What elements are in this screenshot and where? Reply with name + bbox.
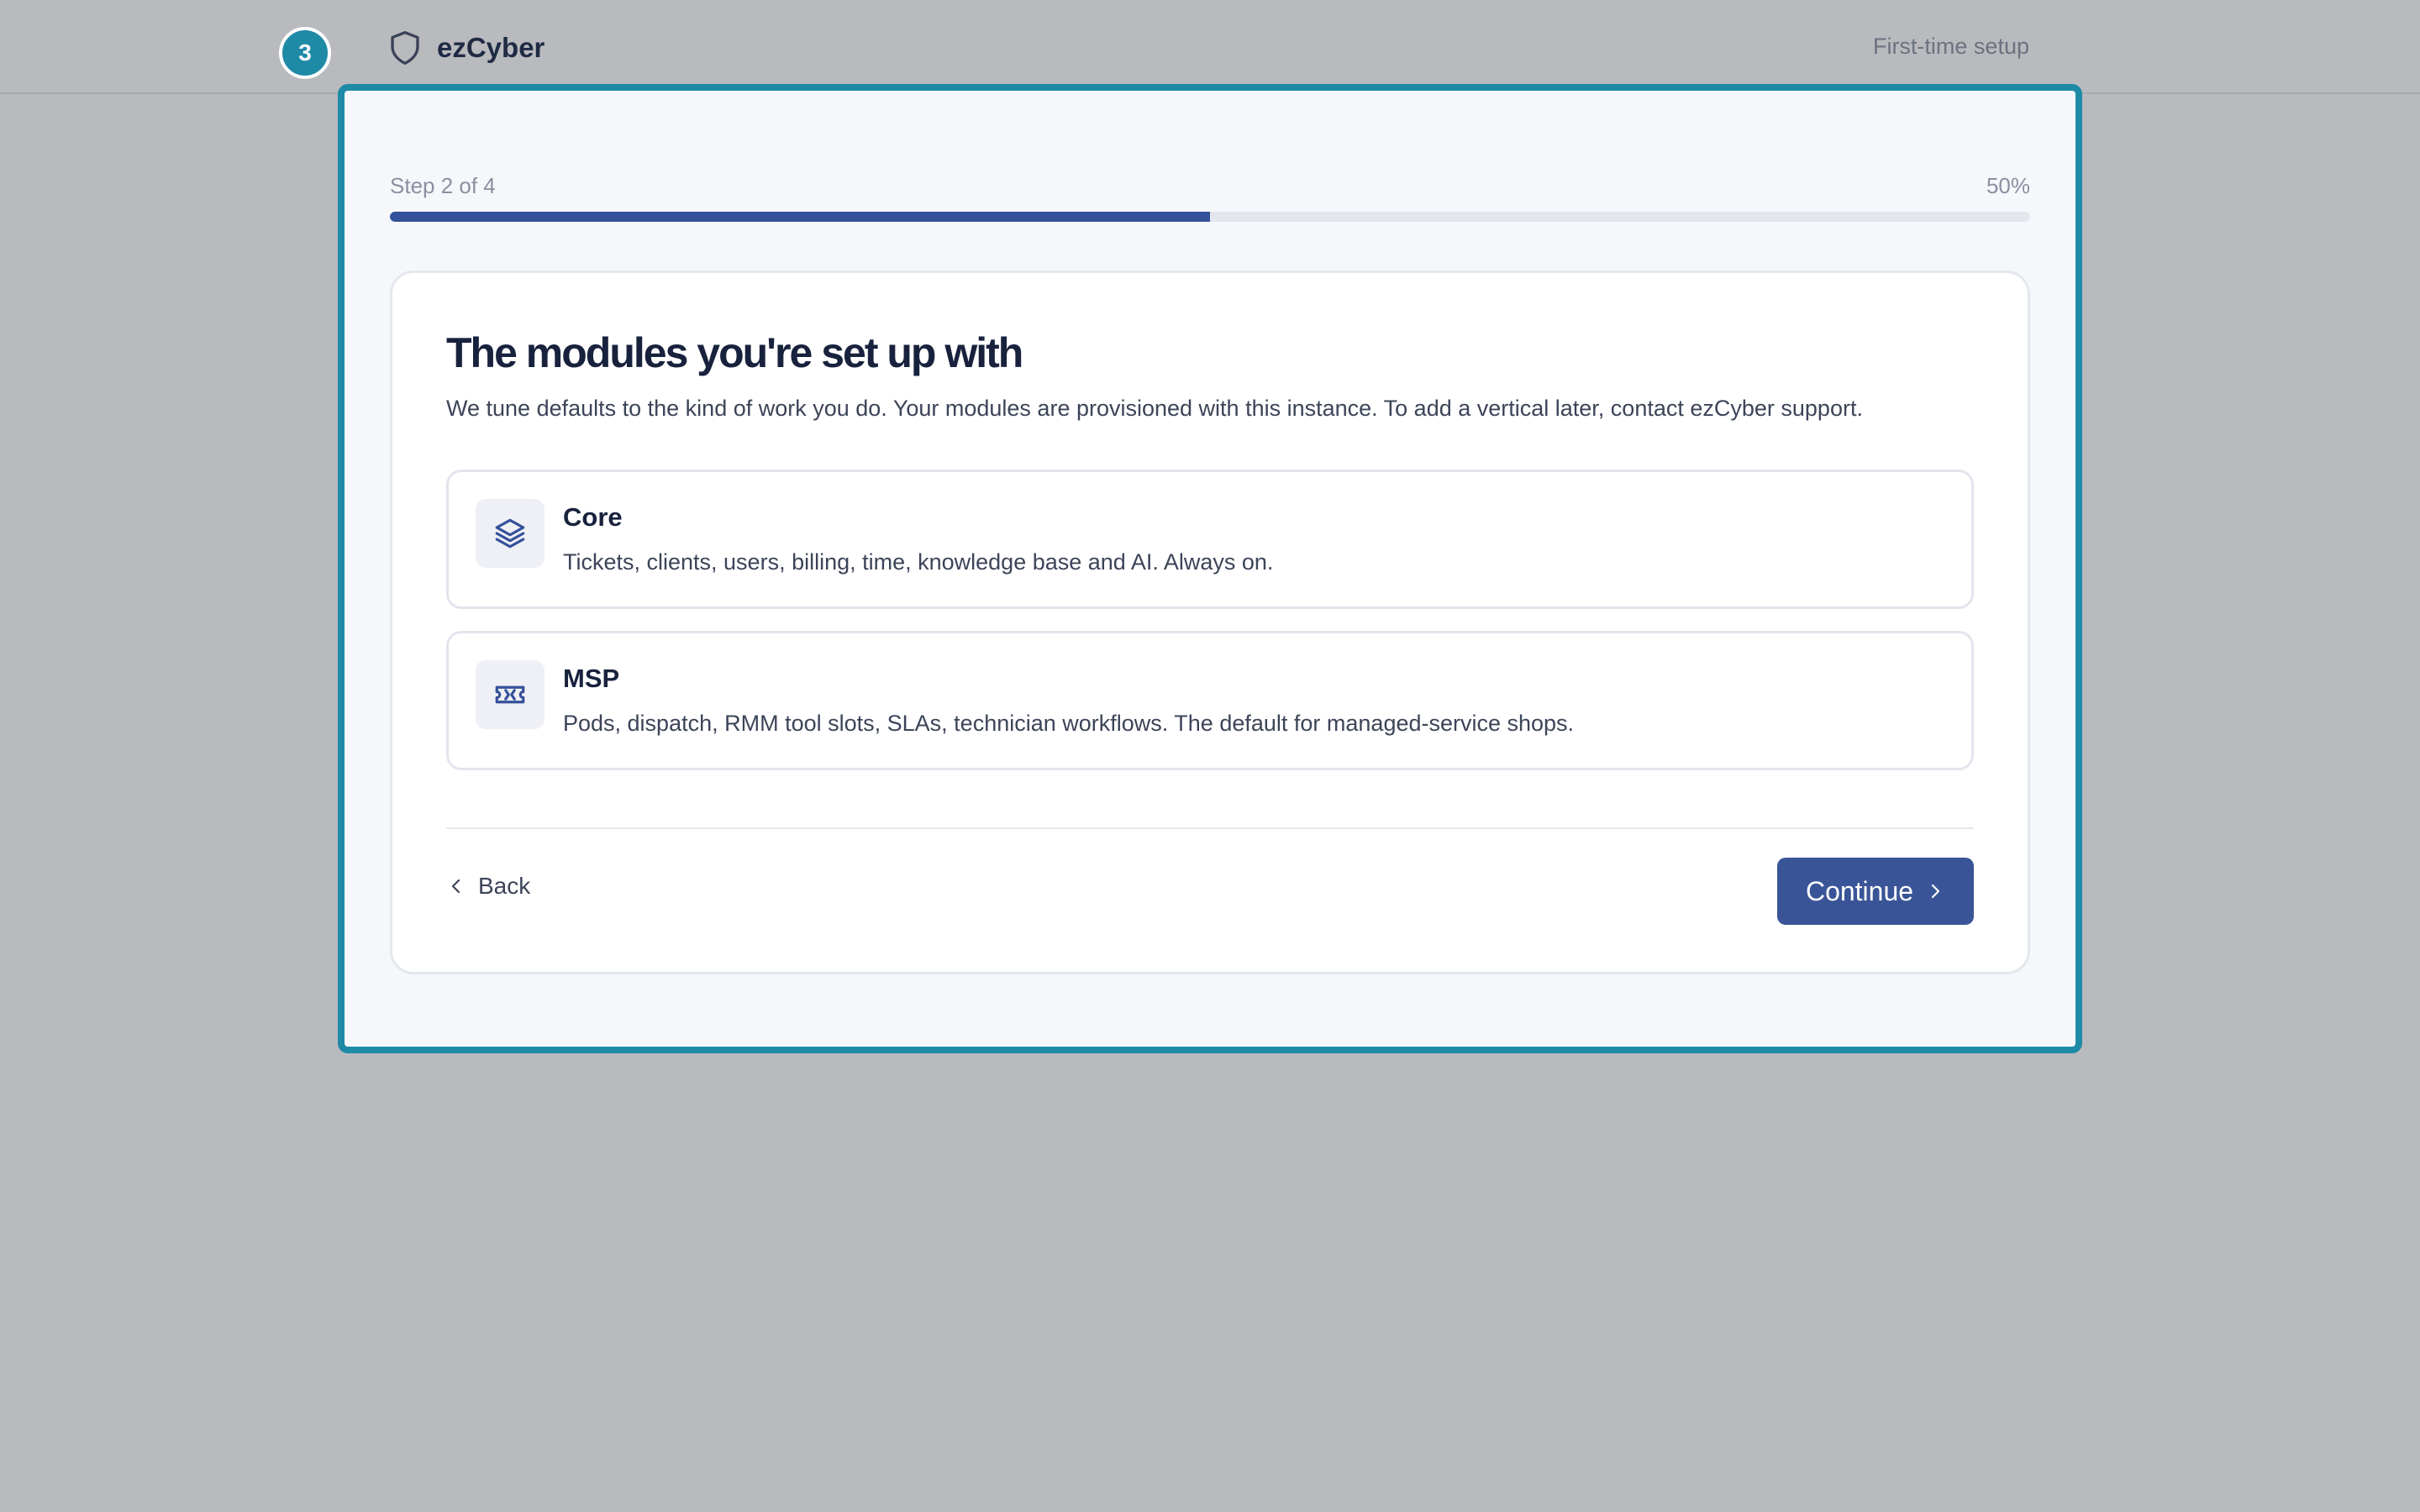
module-description: Pods, dispatch, RMM tool slots, SLAs, te… bbox=[563, 711, 1575, 736]
brand-name: ezCyber bbox=[437, 32, 545, 63]
back-button-label: Back bbox=[478, 873, 531, 899]
layers-icon bbox=[495, 518, 525, 549]
ticket-icon bbox=[495, 685, 525, 704]
progress-header: Step 2 of 4 50% bbox=[390, 173, 2030, 202]
step-badge: 3 bbox=[279, 27, 331, 79]
module-msp: MSP Pods, dispatch, RMM tool slots, SLAs… bbox=[446, 631, 1974, 770]
progress-bar bbox=[390, 212, 2030, 222]
continue-button-label: Continue bbox=[1805, 875, 1914, 906]
brand: ezCyber bbox=[388, 27, 544, 69]
continue-button[interactable]: Continue bbox=[1777, 858, 1974, 925]
progress-percent: 50% bbox=[1986, 173, 2030, 198]
progress-bar-fill bbox=[390, 212, 1210, 222]
module-core: Core Tickets, clients, users, billing, t… bbox=[446, 470, 1974, 609]
modules-card: The modules you're set up with We tune d… bbox=[390, 270, 2030, 974]
module-icon-box bbox=[476, 499, 544, 568]
divider bbox=[446, 827, 1974, 829]
chevron-right-icon bbox=[1931, 884, 1940, 899]
module-name: Core bbox=[563, 502, 623, 532]
chevron-left-icon bbox=[451, 879, 460, 894]
setup-wizard-panel: Step 2 of 4 50% The modules you're set u… bbox=[338, 84, 2082, 1053]
top-bar: 3 ezCyber First-time setup bbox=[0, 0, 2420, 94]
page-description: We tune defaults to the kind of work you… bbox=[446, 396, 1863, 421]
module-icon-box bbox=[476, 660, 544, 729]
module-name: MSP bbox=[563, 664, 620, 693]
setup-label: First-time setup bbox=[1872, 34, 2029, 59]
page-title: The modules you're set up with bbox=[446, 329, 1023, 376]
shield-icon bbox=[391, 31, 419, 65]
step-label: Step 2 of 4 bbox=[390, 173, 496, 198]
module-description: Tickets, clients, users, billing, time, … bbox=[563, 549, 1274, 575]
back-button[interactable]: Back bbox=[446, 866, 530, 906]
